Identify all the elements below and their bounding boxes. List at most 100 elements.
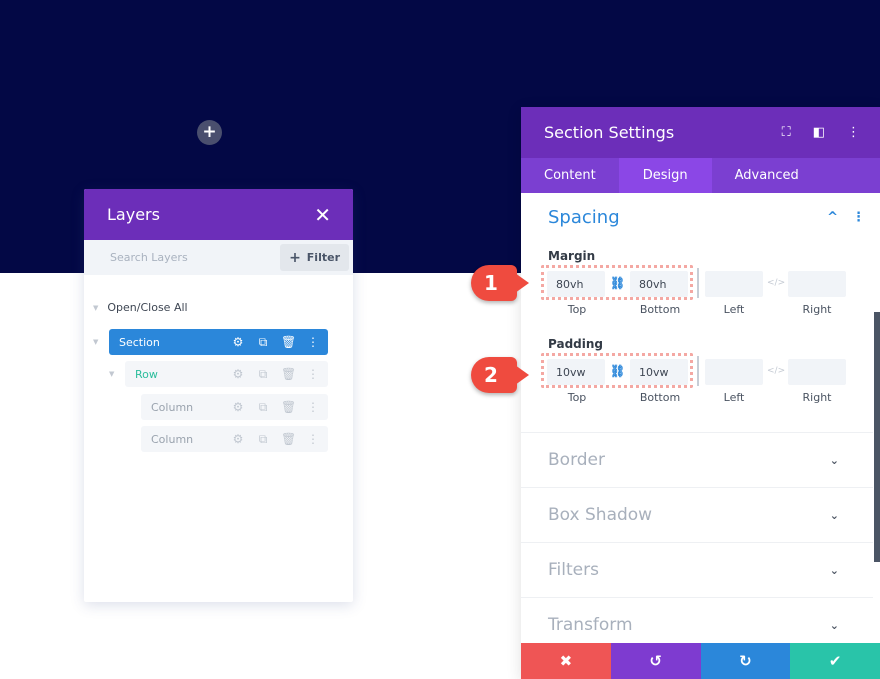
annotation-badge-2: 2 [471, 357, 529, 393]
triangle-down-icon: ▼ [93, 303, 99, 312]
padding-left-input[interactable] [714, 365, 763, 379]
gear-icon[interactable]: ⚙ [231, 433, 245, 445]
tab-design[interactable]: Design [618, 158, 712, 193]
duplicate-icon[interactable]: ⧉ [256, 401, 270, 413]
annotation-badge-1: 1 [471, 265, 529, 301]
plus-icon: + [202, 122, 217, 142]
tab-content[interactable]: Content [521, 158, 619, 193]
expand-icon[interactable]: ⛶ [782, 125, 791, 140]
layers-title: Layers [107, 205, 160, 224]
open-close-all-toggle[interactable]: ▼ Open/Close All [93, 301, 188, 314]
gear-icon[interactable]: ⚙ [231, 336, 245, 348]
padding-bottom-field[interactable] [630, 359, 688, 385]
redo-button[interactable]: ↻ [700, 643, 791, 679]
layer-label: Column [151, 432, 194, 446]
more-icon[interactable]: ⋮ [847, 125, 860, 140]
margin-bottom-field[interactable] [630, 271, 688, 297]
trash-icon[interactable]: 🗑 [281, 368, 296, 380]
chevron-down-icon: ⌄ [829, 453, 839, 467]
duplicate-icon[interactable]: ⧉ [256, 368, 270, 380]
divider [697, 268, 699, 298]
spacing-title: Spacing [548, 207, 620, 228]
padding-top-sublabel: Top [567, 391, 587, 404]
plus-icon: + [289, 249, 301, 266]
more-icon[interactable]: ⋮ [306, 401, 320, 413]
padding-top-field[interactable] [547, 359, 605, 385]
filter-button[interactable]: + Filter [280, 244, 349, 271]
save-button[interactable]: ✔ [790, 643, 880, 679]
margin-top-sublabel: Top [567, 303, 587, 316]
more-icon[interactable]: ⋮ [306, 368, 320, 380]
link-icon[interactable]: ⛓ [610, 276, 625, 290]
close-icon[interactable]: ✕ [314, 205, 331, 225]
padding-top-input[interactable] [556, 365, 605, 379]
check-icon: ✔ [828, 652, 842, 670]
margin-right-field[interactable] [788, 271, 846, 297]
trash-icon[interactable]: 🗑 [281, 433, 296, 445]
layer-item-section[interactable]: Section ⚙ ⧉ 🗑 ⋮ [109, 329, 328, 355]
add-section-button[interactable]: + [197, 120, 222, 145]
trash-icon[interactable]: 🗑 [281, 336, 296, 348]
divider [697, 356, 699, 386]
unlink-icon[interactable]: </> [767, 366, 785, 376]
border-group-header[interactable]: Border ⌄ [521, 432, 873, 487]
padding-right-input[interactable] [797, 365, 846, 379]
layer-label: Row [135, 367, 158, 381]
filters-group-header[interactable]: Filters ⌄ [521, 542, 873, 597]
box-shadow-title: Box Shadow [548, 505, 653, 525]
redo-icon: ↻ [739, 652, 752, 670]
chevron-up-icon[interactable]: ^ [827, 210, 838, 225]
section-settings-panel: Section Settings ⛶ ◧ ⋮ Content Design Ad… [521, 107, 880, 679]
chevron-down-icon: ⌄ [829, 618, 839, 632]
padding-left-field[interactable] [705, 359, 763, 385]
margin-label: Margin [548, 249, 596, 263]
padding-left-sublabel: Left [723, 391, 745, 404]
margin-right-input[interactable] [797, 277, 846, 291]
link-icon[interactable]: ⛓ [610, 364, 625, 378]
margin-right-sublabel: Right [802, 303, 832, 316]
trash-icon[interactable]: 🗑 [281, 401, 296, 413]
padding-right-field[interactable] [788, 359, 846, 385]
layer-item-row[interactable]: Row ⚙ ⧉ 🗑 ⋮ [125, 361, 328, 387]
undo-icon: ↺ [649, 652, 662, 670]
layers-header: Layers ✕ [84, 189, 353, 240]
padding-right-sublabel: Right [802, 391, 832, 404]
box-shadow-group-header[interactable]: Box Shadow ⌄ [521, 487, 873, 542]
settings-tabs: Content Design Advanced [521, 158, 880, 193]
margin-left-field[interactable] [705, 271, 763, 297]
filter-label: Filter [306, 251, 340, 264]
badge-number: 2 [484, 363, 498, 387]
unlink-icon[interactable]: </> [767, 278, 785, 288]
settings-action-bar: ✖ ↺ ↻ ✔ [521, 643, 880, 679]
layer-item-column[interactable]: Column ⚙ ⧉ 🗑 ⋮ [141, 426, 328, 452]
spacing-group-header[interactable]: Spacing ^ ⋮ [548, 207, 865, 228]
layer-label: Section [119, 335, 160, 349]
triangle-down-icon[interactable]: ▼ [109, 370, 114, 378]
badge-number: 1 [484, 271, 498, 295]
more-icon[interactable]: ⋮ [852, 210, 865, 225]
border-title: Border [548, 450, 605, 470]
sidebar-icon[interactable]: ◧ [813, 125, 825, 140]
duplicate-icon[interactable]: ⧉ [256, 433, 270, 445]
margin-top-input[interactable] [556, 277, 605, 291]
search-layers-input[interactable] [84, 240, 274, 275]
gear-icon[interactable]: ⚙ [231, 401, 245, 413]
chevron-down-icon: ⌄ [829, 563, 839, 577]
more-icon[interactable]: ⋮ [306, 336, 320, 348]
padding-bottom-sublabel: Bottom [639, 391, 681, 404]
more-icon[interactable]: ⋮ [306, 433, 320, 445]
layer-item-column[interactable]: Column ⚙ ⧉ 🗑 ⋮ [141, 394, 328, 420]
margin-top-field[interactable] [547, 271, 605, 297]
margin-left-input[interactable] [714, 277, 763, 291]
cancel-button[interactable]: ✖ [521, 643, 611, 679]
layers-search-bar: + Filter [84, 240, 353, 275]
undo-button[interactable]: ↺ [610, 643, 701, 679]
settings-header: Section Settings ⛶ ◧ ⋮ [521, 107, 880, 158]
padding-bottom-input[interactable] [639, 365, 688, 379]
duplicate-icon[interactable]: ⧉ [256, 336, 270, 348]
scrollbar[interactable] [874, 312, 880, 562]
gear-icon[interactable]: ⚙ [231, 368, 245, 380]
margin-bottom-input[interactable] [639, 277, 688, 291]
tab-advanced[interactable]: Advanced [712, 158, 822, 193]
triangle-down-icon[interactable]: ▼ [93, 338, 98, 346]
